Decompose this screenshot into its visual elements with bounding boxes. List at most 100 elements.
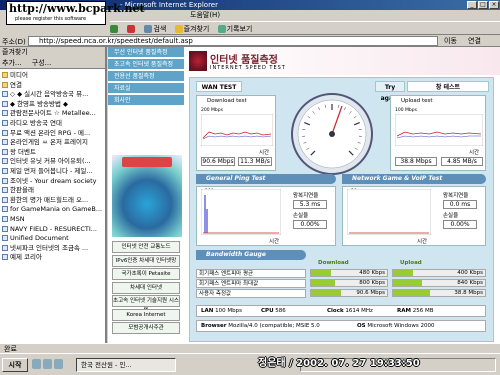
favorite-item[interactable]: 환한의 명가 매드힐드래 오...: [2, 196, 105, 206]
bandwidth-upload-value: 38.8 Mbps: [454, 290, 483, 296]
promo-badge: [122, 157, 172, 167]
favorites-button[interactable]: 즐겨찾기: [174, 22, 210, 36]
retest-button[interactable]: 창 테스트: [407, 81, 489, 92]
test-panel: WAN TEST Try again 창 테스트 Download test 2…: [189, 77, 494, 342]
favorite-item-label: 한판을래: [10, 186, 34, 195]
speed-gauge: [291, 93, 373, 175]
taskbar-ie-window[interactable]: 한국 전산원 - 인...: [76, 358, 176, 372]
page-icon: [2, 225, 8, 232]
favorite-item[interactable]: ◇ ◆ 실시간 음악방송국 뮤...: [2, 90, 105, 100]
favorite-item-label: 조이넷 - Your dream society: [10, 176, 97, 185]
links-button[interactable]: 연결: [468, 36, 481, 46]
favorite-item[interactable]: 무료 액션 온라인 RPG - 메...: [2, 129, 105, 139]
page-icon: [2, 139, 8, 146]
favorite-item[interactable]: Unified Document: [2, 234, 105, 244]
site-nav-item[interactable]: 초고속 인터넷 품질측정: [108, 59, 184, 71]
favorite-item[interactable]: 제일 먼저 들어봅니다 - 제일...: [2, 167, 105, 177]
favorite-item[interactable]: 인터넷 유닛 커뮤 아이유퇴(...: [2, 157, 105, 167]
ram-value: 256 MB: [412, 308, 434, 314]
search-button[interactable]: 검색: [144, 22, 166, 36]
history-label: 기록보기: [226, 25, 253, 33]
favorites-sidebar: 즐겨찾기 추가... 구성... 미디어 연결 ◇ ◆ 실시간 음악방송국 뮤...…: [0, 47, 107, 343]
site-banner[interactable]: IPv6인증 차세대 인터넷망: [112, 254, 180, 267]
favorites-label: 즐겨찾기: [183, 25, 210, 33]
browser-content: 무선 인터넷 품질측정 초고속 인터넷 품질측정 전용선 품질측정 자료실 회사안 인터…: [108, 47, 500, 343]
ping-avg-label: 왕복지연율: [293, 193, 319, 199]
history-icon: [217, 25, 226, 33]
favorite-item[interactable]: 넷씨파크 인터넷의 조금속 ...: [2, 244, 105, 254]
page-icon: [2, 177, 8, 184]
favorite-item[interactable]: 한판을래: [2, 186, 105, 196]
close-button[interactable]: ×: [489, 1, 499, 9]
back-button[interactable]: [110, 22, 119, 36]
quick-launch-icon[interactable]: [32, 359, 41, 369]
page-subtitle: INTERNET SPEED TEST: [210, 65, 286, 71]
bandwidth-row-label: 회기패스 엔트피마 평균: [196, 269, 306, 278]
download-graph: [201, 114, 273, 146]
quick-launch-icon[interactable]: [54, 359, 63, 369]
maximize-button[interactable]: □: [478, 1, 488, 9]
download-speed-mbs: 11.3 MB/s: [238, 157, 272, 166]
start-button[interactable]: 시작: [2, 358, 28, 372]
lan-label: LAN: [201, 308, 214, 314]
site-nav-item[interactable]: 자료실: [108, 83, 184, 95]
try-again-button[interactable]: Try again: [375, 81, 405, 102]
folder-icon: [2, 72, 8, 78]
bandwidth-upload-bar: 840 Kbps: [392, 279, 486, 287]
favorite-item-label: NAVY FIELD - RESURECTI...: [10, 224, 97, 233]
quick-launch-icon[interactable]: [43, 359, 52, 369]
site-nav-item[interactable]: 전용선 품질측정: [108, 71, 184, 83]
tab-wan-test[interactable]: WAN TEST: [196, 81, 242, 92]
menu-help[interactable]: 도움말(H): [190, 11, 220, 19]
page-icon: [2, 244, 8, 251]
stop-icon: [127, 25, 136, 33]
bandwidth-upload-value: 840 Kbps: [457, 280, 483, 286]
bandwidth-upload-fill: [393, 280, 422, 286]
favorite-item-label: for GameMania on GameB...: [10, 205, 103, 214]
add-favorite-button[interactable]: 추가...: [2, 59, 22, 67]
favorite-item[interactable]: 조이넷 - Your dream society: [2, 177, 105, 187]
site-banner[interactable]: Korea Internet Exchange: [112, 308, 180, 328]
page-icon: [2, 196, 8, 203]
favorite-item[interactable]: NAVY FIELD - RESURECTI...: [2, 225, 105, 235]
favorite-item-label: 미디어: [10, 71, 28, 79]
go-button[interactable]: 이동: [444, 36, 464, 46]
bandwidth-download-fill: [311, 290, 341, 296]
sidebar-tools: 추가... 구성...: [0, 57, 105, 69]
minimize-button[interactable]: _: [467, 1, 477, 9]
favorite-item[interactable]: 온라인게임 ㅆ 온저 프레이지: [2, 138, 105, 148]
favorite-item-label: 넷씨파크 인터넷의 조금속 ...: [10, 243, 89, 252]
favorite-item[interactable]: MSN: [2, 215, 105, 225]
upload-speed-mbs: 4.85 MB/s: [441, 157, 483, 166]
site-banner[interactable]: 차세대 인터넷: [112, 281, 180, 294]
favorite-item[interactable]: for GameMania on GameB...: [2, 205, 105, 215]
site-nav-item[interactable]: 무선 인터넷 품질측정: [108, 47, 184, 59]
favorite-item[interactable]: 왕 더벤트: [2, 148, 105, 158]
favorite-item[interactable]: 관람전문사이트 ☆ Metallee...: [2, 109, 105, 119]
bandwidth-row-label: 사용자 측정값: [196, 289, 306, 298]
os-value: Microsoft Windows 2000: [367, 323, 435, 329]
favorite-item[interactable]: 예제 코리아: [2, 253, 105, 263]
bandwidth-download-value: 800 Kbps: [359, 280, 385, 286]
site-banner[interactable]: 초고속 인터넷 기술지원 시스템: [112, 295, 180, 314]
favorite-item[interactable]: 미디어: [2, 71, 105, 81]
site-nav-item[interactable]: 회사안: [108, 95, 184, 107]
favorite-item[interactable]: 연결: [2, 81, 105, 91]
voip-axis-label: 시간: [417, 239, 428, 245]
site-logo: [189, 51, 207, 71]
upload-scale-label: 100 Mbps: [395, 108, 417, 113]
history-button[interactable]: 기록보기: [217, 22, 253, 36]
upload-test-label: Upload test: [401, 98, 433, 104]
favorite-item[interactable]: 라디오 방송국 연대: [2, 119, 105, 129]
back-icon: [110, 25, 118, 33]
organize-favorites-button[interactable]: 구성...: [32, 59, 52, 67]
stop-button[interactable]: [127, 22, 136, 36]
address-input[interactable]: http://speed.nca.or.kr/speedtest/default…: [28, 36, 438, 46]
site-banner[interactable]: 인터넷 안전 교통노드: [112, 241, 180, 253]
site-banner[interactable]: 국가초록이 Petasite: [112, 268, 180, 280]
bandwidth-download-bar: 480 Kbps: [310, 269, 388, 277]
favorite-item[interactable]: ◆ 한영프 방송방법 ◆: [2, 100, 105, 110]
site-banner[interactable]: 모범공개사주관: [112, 322, 180, 334]
clock-value: 1614 MHz: [345, 308, 373, 314]
ping-loss-value: 0.00%: [293, 220, 327, 229]
